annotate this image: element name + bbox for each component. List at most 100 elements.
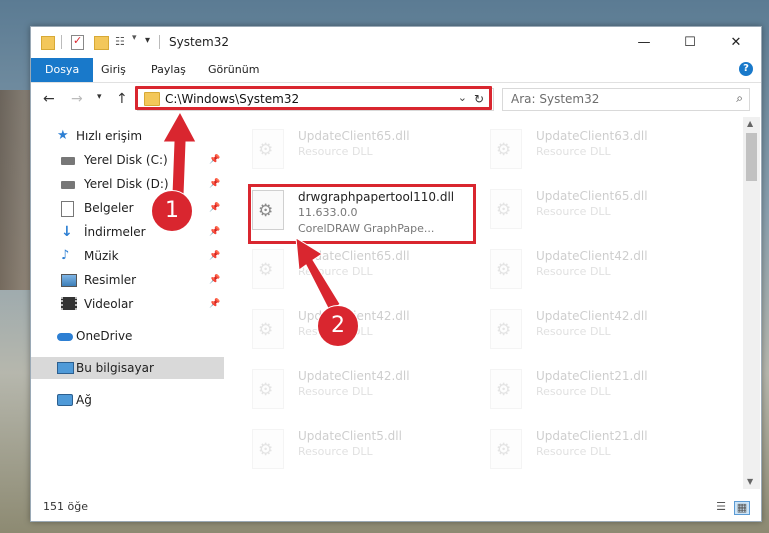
sidebar-item-label: İndirmeler xyxy=(84,225,146,239)
file-name: UpdateClient65.dll xyxy=(298,129,410,143)
tab-share[interactable]: Paylaş xyxy=(141,58,196,82)
pin-icon[interactable]: 📌 xyxy=(209,173,220,195)
list-item[interactable]: UpdateClient21.dll Resource DLL xyxy=(486,363,716,419)
new-folder-icon[interactable] xyxy=(94,36,109,50)
list-item[interactable]: UpdateClient65.dll Resource DLL xyxy=(248,243,478,299)
up-arrow-icon[interactable]: ↑ xyxy=(116,91,128,107)
sidebar-item-label: Hızlı erişim xyxy=(76,129,143,143)
list-item[interactable]: UpdateClient42.dll Resource DLL xyxy=(248,363,478,419)
pin-icon[interactable]: 📌 xyxy=(209,245,220,267)
window-title: System32 xyxy=(169,35,230,49)
file-description: Resource DLL xyxy=(298,265,373,278)
recent-locations-chevron-icon[interactable]: ▾ xyxy=(97,92,102,102)
sidebar-item-onedrive[interactable]: OneDrive xyxy=(31,325,224,347)
sidebar-item-label: Videolar xyxy=(84,297,134,311)
pin-icon[interactable]: 📌 xyxy=(209,293,220,315)
file-description: Resource DLL xyxy=(536,145,611,158)
maximize-button[interactable]: ☐ xyxy=(667,27,713,58)
sidebar-item-downloads[interactable]: ↓ İndirmeler 📌 xyxy=(31,221,224,243)
navigation-pane: ★ Hızlı erişim Yerel Disk (C:) 📌 Yerel D… xyxy=(31,119,224,489)
sidebar-item-label: Müzik xyxy=(84,249,119,263)
pin-icon[interactable]: 📌 xyxy=(209,221,220,243)
ribbon-tabs: Dosya Giriş Paylaş Görünüm ? xyxy=(31,58,761,83)
sidebar-item-this-pc[interactable]: Bu bilgisayar xyxy=(31,357,224,379)
qa-separator xyxy=(159,35,160,49)
sidebar-item-documents[interactable]: Belgeler 📌 xyxy=(31,197,224,219)
large-icons-view-icon[interactable]: ▦ xyxy=(734,501,750,515)
help-icon[interactable]: ? xyxy=(739,62,753,76)
network-icon xyxy=(57,394,73,406)
pin-icon[interactable]: 📌 xyxy=(209,149,220,171)
scroll-up-icon[interactable]: ▲ xyxy=(747,119,753,128)
dll-file-icon xyxy=(490,309,522,349)
file-list: UpdateClient65.dll Resource DLL drwgraph… xyxy=(248,117,743,489)
download-icon: ↓ xyxy=(61,224,73,240)
search-input[interactable]: Ara: System32 ⌕ xyxy=(502,88,750,111)
sidebar-item-network[interactable]: Ağ xyxy=(31,389,224,411)
star-icon: ★ xyxy=(57,128,69,143)
tab-view[interactable]: Görünüm xyxy=(198,58,269,82)
list-item[interactable]: UpdateClient21.dll Resource DLL xyxy=(486,423,716,479)
sidebar-item-label: Bu bilgisayar xyxy=(76,361,154,375)
list-item[interactable]: UpdateClient63.dll Resource DLL xyxy=(486,123,716,179)
sidebar-item-label: Yerel Disk (C:) xyxy=(84,153,168,167)
folder-icon xyxy=(41,36,55,50)
list-item[interactable]: UpdateClient65.dll Resource DLL xyxy=(486,183,716,239)
navigation-bar: ← → ▾ ↑ C:\Windows\System32 ⌄ ↻ Ara: Sys… xyxy=(31,83,761,115)
tab-file[interactable]: Dosya xyxy=(31,58,94,82)
pin-icon[interactable]: 📌 xyxy=(209,269,220,291)
dll-file-icon xyxy=(490,249,522,289)
sidebar-item-label: Ağ xyxy=(76,393,92,407)
dll-file-icon xyxy=(490,429,522,469)
music-icon: ♪ xyxy=(61,248,70,263)
close-button[interactable]: ✕ xyxy=(713,27,759,58)
list-item[interactable]: UpdateClient42.dll Resource DLL xyxy=(486,243,716,299)
sidebar-item-label: Resimler xyxy=(84,273,137,287)
vertical-scrollbar[interactable]: ▲ ▼ xyxy=(743,117,760,489)
item-count: 151 öğe xyxy=(43,500,88,513)
list-item[interactable]: UpdateClient5.dll Resource DLL xyxy=(248,423,478,479)
file-description: Resource DLL xyxy=(536,385,611,398)
back-arrow-icon[interactable]: ← xyxy=(43,91,55,107)
sidebar-item-drive-d[interactable]: Yerel Disk (D:) 📌 xyxy=(31,173,224,195)
minimize-button[interactable]: — xyxy=(621,27,667,58)
file-name: UpdateClient42.dll xyxy=(536,309,648,323)
list-item[interactable]: UpdateClient42.dll Resource DLL xyxy=(248,303,478,359)
explorer-window: ✓ ☷ ▾ ▾ System32 — ☐ ✕ Dosya Giriş Payla… xyxy=(30,26,762,522)
step-2-badge: 2 xyxy=(317,305,359,347)
pin-icon[interactable]: 📌 xyxy=(209,197,220,219)
properties-icon[interactable]: ✓ xyxy=(71,34,84,50)
search-icon[interactable]: ⌕ xyxy=(736,91,743,106)
drive-icon xyxy=(61,181,75,189)
file-name: UpdateClient65.dll xyxy=(298,249,410,263)
qa-separator xyxy=(61,35,62,49)
dll-file-icon xyxy=(252,309,284,349)
documents-icon xyxy=(61,201,74,217)
chevron-down-icon[interactable]: ▾ xyxy=(132,33,137,49)
sidebar-item-drive-c[interactable]: Yerel Disk (C:) 📌 xyxy=(31,149,224,171)
sidebar-item-videos[interactable]: Videolar 📌 xyxy=(31,293,224,315)
file-description: Resource DLL xyxy=(298,145,373,158)
customize-qa-icon[interactable]: ▾ xyxy=(145,35,150,51)
file-name: UpdateClient21.dll xyxy=(536,429,648,443)
tab-home[interactable]: Giriş xyxy=(91,58,136,82)
sidebar-item-pictures[interactable]: Resimler 📌 xyxy=(31,269,224,291)
scroll-down-icon[interactable]: ▼ xyxy=(747,477,753,486)
dll-file-icon xyxy=(252,249,284,289)
file-name: UpdateClient42.dll xyxy=(298,369,410,383)
sidebar-item-quick-access[interactable]: ★ Hızlı erişim xyxy=(31,125,224,147)
file-description: Resource DLL xyxy=(298,445,373,458)
view-options-icon[interactable]: ☷ xyxy=(115,35,129,48)
sidebar-item-label: Yerel Disk (D:) xyxy=(84,177,169,191)
scrollbar-thumb[interactable] xyxy=(746,133,757,181)
status-bar: 151 öğe ☰ ▦ xyxy=(31,497,761,519)
cloud-icon xyxy=(57,333,73,341)
details-view-icon[interactable]: ☰ xyxy=(714,501,728,513)
forward-arrow-icon[interactable]: → xyxy=(71,91,83,107)
list-item[interactable]: UpdateClient42.dll Resource DLL xyxy=(486,303,716,359)
dll-file-icon xyxy=(490,129,522,169)
file-name: UpdateClient42.dll xyxy=(536,249,648,263)
sidebar-item-music[interactable]: ♪ Müzik 📌 xyxy=(31,245,224,267)
dll-file-icon xyxy=(252,129,284,169)
list-item[interactable]: UpdateClient65.dll Resource DLL xyxy=(248,123,478,179)
